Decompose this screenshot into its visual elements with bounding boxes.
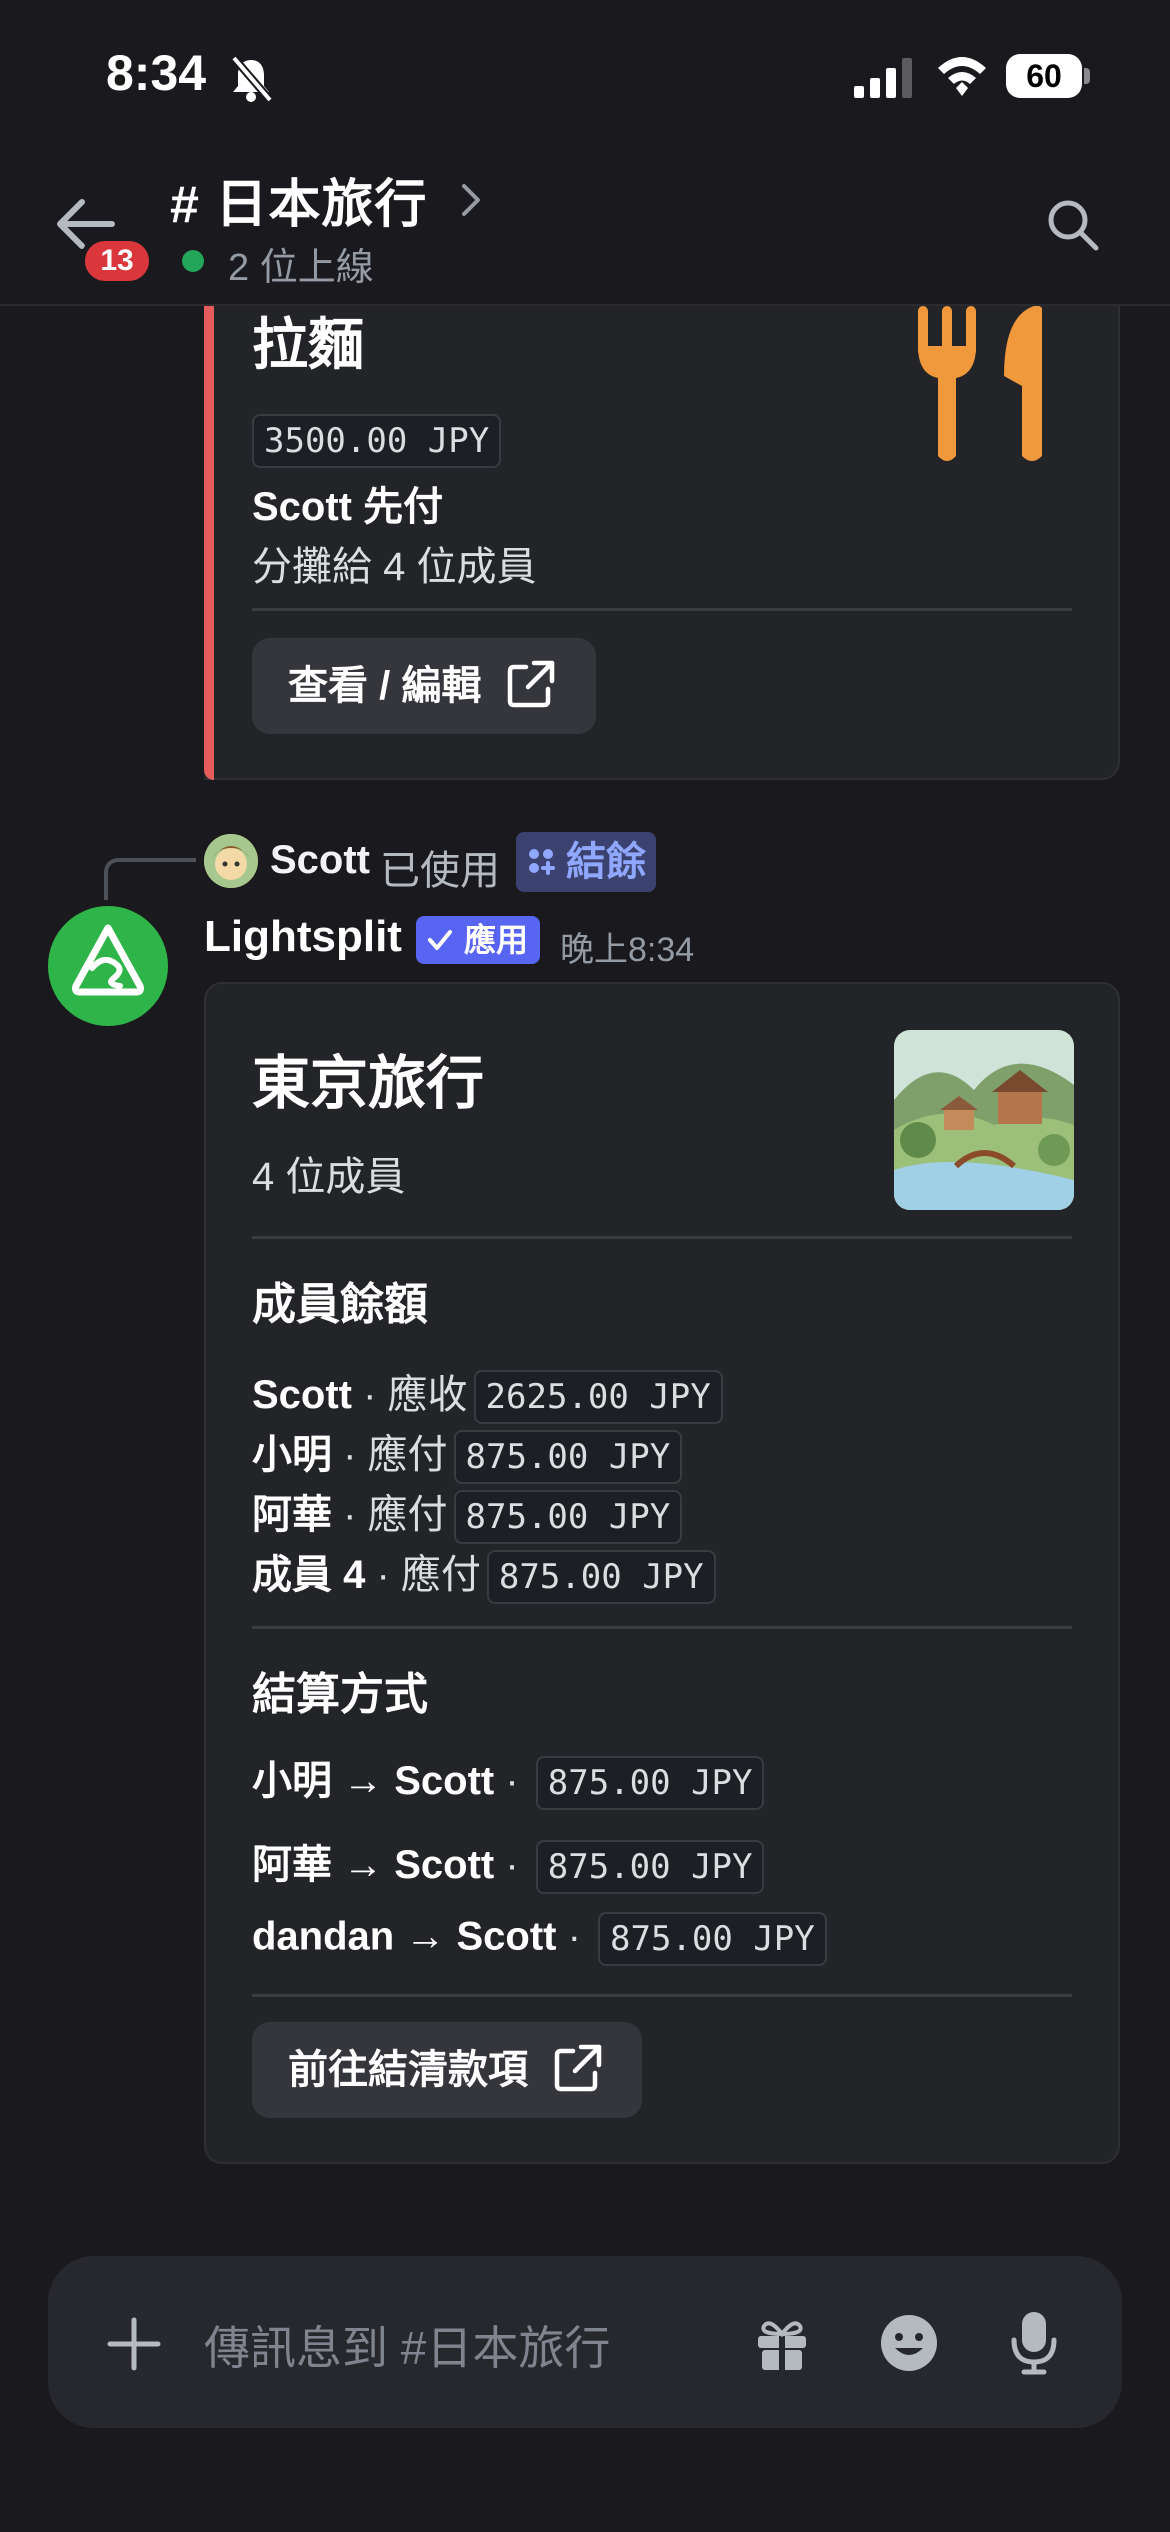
channel-header: 13 # 日本旅行 2 位上線 xyxy=(0,140,1170,306)
unread-count-badge: 13 xyxy=(80,236,154,286)
app-badge-label: 應用 xyxy=(464,922,529,958)
settlement-section-title: 結算方式 xyxy=(252,1670,428,1719)
balance-amount: 875.00 JPY xyxy=(453,1490,683,1545)
channel-title[interactable]: # 日本旅行 xyxy=(170,162,427,237)
settlement-amount: 875.00 JPY xyxy=(598,1912,827,1966)
view-edit-button[interactable]: 查看 / 編輯 xyxy=(252,638,596,734)
balance-action: · 應付 xyxy=(332,1493,448,1537)
expense-amount: 3500.00 JPY xyxy=(252,414,502,468)
app-badge: 應用 xyxy=(416,916,541,964)
expense-title: 拉麵 xyxy=(252,313,364,376)
trip-title: 東京旅行 xyxy=(252,1051,485,1116)
balance-row: 小明 · 應付 875.00 JPY xyxy=(252,1422,683,1485)
settlement-row: 阿華 → Scott · 875.00 JPY xyxy=(252,1832,765,1895)
member-name: 成員 4 xyxy=(252,1553,366,1597)
balance-action: · 應付 xyxy=(365,1553,481,1597)
expense-split-text: 分攤給 4 位成員 xyxy=(252,545,537,589)
online-status-dot xyxy=(182,250,204,272)
slash-command-label: 結餘 xyxy=(566,840,646,884)
settlement-parties: dandan → Scott xyxy=(252,1914,557,1959)
bot-avatar[interactable] xyxy=(48,906,168,1026)
online-count: 2 位上線 xyxy=(228,247,374,289)
emoji-icon[interactable] xyxy=(878,2312,940,2374)
plus-icon[interactable] xyxy=(104,2314,164,2374)
landscape-illustration xyxy=(894,1030,1074,1210)
external-link-icon xyxy=(554,2045,602,2092)
balance-row: Scott · 應收 2625.00 JPY xyxy=(252,1362,723,1425)
external-link-icon xyxy=(508,661,555,708)
search-icon[interactable] xyxy=(1044,196,1100,252)
bot-name[interactable]: Lightsplit xyxy=(204,912,402,962)
reply-connector-line xyxy=(104,858,196,900)
balance-amount: 875.00 JPY xyxy=(486,1550,716,1605)
settlement-row: dandan → Scott · 875.00 JPY xyxy=(252,1912,827,1972)
status-time: 8:34 xyxy=(106,45,207,101)
message-input[interactable]: 傳訊息到 #日本旅行 xyxy=(204,2312,610,2378)
battery-indicator: 60 xyxy=(1006,54,1090,98)
message-timestamp: 晚上8:34 xyxy=(560,931,695,969)
battery-tip xyxy=(1084,68,1090,84)
wifi-icon xyxy=(938,57,986,96)
balance-amount: 875.00 JPY xyxy=(453,1430,683,1485)
settle-payments-label: 前往結清款項 xyxy=(288,2048,528,2092)
settlement-parties: 小明 → Scott xyxy=(252,1759,495,1803)
status-bar: 8:34 60 xyxy=(0,0,1170,140)
balance-action: · 應收 xyxy=(352,1373,468,1417)
embed-divider xyxy=(252,1236,1072,1239)
fork-and-knife-icon xyxy=(918,306,1042,461)
embed-accent-bar xyxy=(204,300,214,780)
reply-username[interactable]: Scott xyxy=(270,838,370,883)
settlement-amount: 875.00 JPY xyxy=(535,1756,765,1811)
member-name: Scott xyxy=(252,1373,352,1417)
settle-payments-button[interactable]: 前往結清款項 xyxy=(252,2022,642,2118)
balance-row: 成員 4 · 應付 875.00 JPY xyxy=(252,1542,716,1605)
slash-command-tag[interactable]: 結餘 xyxy=(516,832,656,892)
balance-row: 阿華 · 應付 875.00 JPY xyxy=(252,1482,683,1545)
settlement-parties: 阿華 → Scott xyxy=(252,1843,495,1887)
embed-divider xyxy=(252,608,1072,611)
expense-payer: Scott 先付 xyxy=(252,485,444,529)
lightsplit-logo-icon xyxy=(72,924,144,996)
bell-off-icon xyxy=(230,55,274,103)
app-command-icon xyxy=(529,849,555,875)
settlement-row: 小明 → Scott · 875.00 JPY xyxy=(252,1748,765,1811)
battery-level: 60 xyxy=(1006,54,1082,98)
member-name: 小明 xyxy=(252,1433,332,1477)
embed-divider xyxy=(252,1626,1072,1629)
gift-icon[interactable] xyxy=(752,2314,812,2374)
trip-thumbnail-image[interactable] xyxy=(894,1030,1074,1210)
trip-member-count: 4 位成員 xyxy=(252,1155,406,1199)
chevron-right-icon[interactable] xyxy=(460,180,484,220)
settlement-separator: · xyxy=(556,1914,592,1959)
member-name: 阿華 xyxy=(252,1493,332,1537)
balance-amount: 2625.00 JPY xyxy=(473,1370,723,1425)
cellular-signal-icon xyxy=(854,58,912,98)
microphone-icon[interactable] xyxy=(1010,2310,1058,2376)
balance-action: · 應付 xyxy=(332,1433,448,1477)
reply-user-avatar[interactable] xyxy=(204,834,258,888)
balances-section-title: 成員餘額 xyxy=(252,1280,428,1329)
avatar-illustration xyxy=(204,834,258,888)
settlement-separator: · xyxy=(494,1843,530,1887)
embed-divider xyxy=(252,1994,1072,1997)
settlement-amount: 875.00 JPY xyxy=(535,1840,765,1895)
settlement-separator: · xyxy=(494,1759,530,1803)
check-icon xyxy=(428,930,452,950)
view-edit-label: 查看 / 編輯 xyxy=(288,664,482,708)
reply-used-text: 已使用 xyxy=(380,849,500,893)
